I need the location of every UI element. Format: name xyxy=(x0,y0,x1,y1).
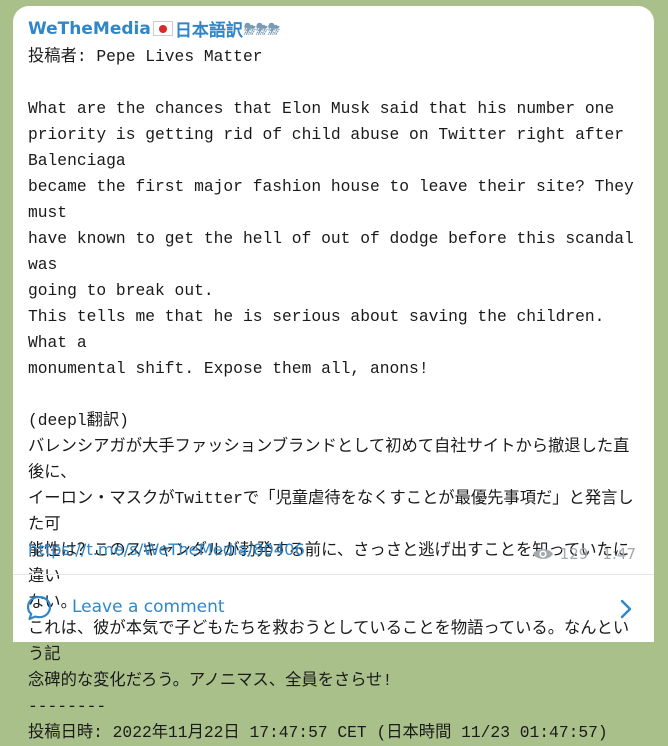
leave-comment-button[interactable]: Leave a comment xyxy=(13,575,654,642)
channel-name[interactable]: WeTheMedia 日本語訳 ⛈⛈⛈ xyxy=(28,16,280,42)
japan-flag-icon xyxy=(152,21,173,36)
eye-icon xyxy=(532,549,553,559)
message-card: WeTheMedia 日本語訳 ⛈⛈⛈ 投稿者: Pepe Lives Matt… xyxy=(13,6,654,742)
storm-cloud-icon: ⛈⛈⛈ xyxy=(243,19,280,38)
channel-name-text: WeTheMedia xyxy=(28,18,151,39)
message-time: 1:47 xyxy=(602,545,636,563)
comment-bubble-icon xyxy=(26,595,52,621)
post-link[interactable]: https://t.me/s/WeTheMedia/80406 xyxy=(28,537,305,563)
view-count: 129 xyxy=(559,545,589,563)
message-meta: 129 1:47 xyxy=(532,545,636,563)
leave-comment-label: Leave a comment xyxy=(72,597,225,617)
channel-name-suffix: 日本語訳 xyxy=(174,21,243,41)
chevron-right-icon xyxy=(620,599,632,619)
